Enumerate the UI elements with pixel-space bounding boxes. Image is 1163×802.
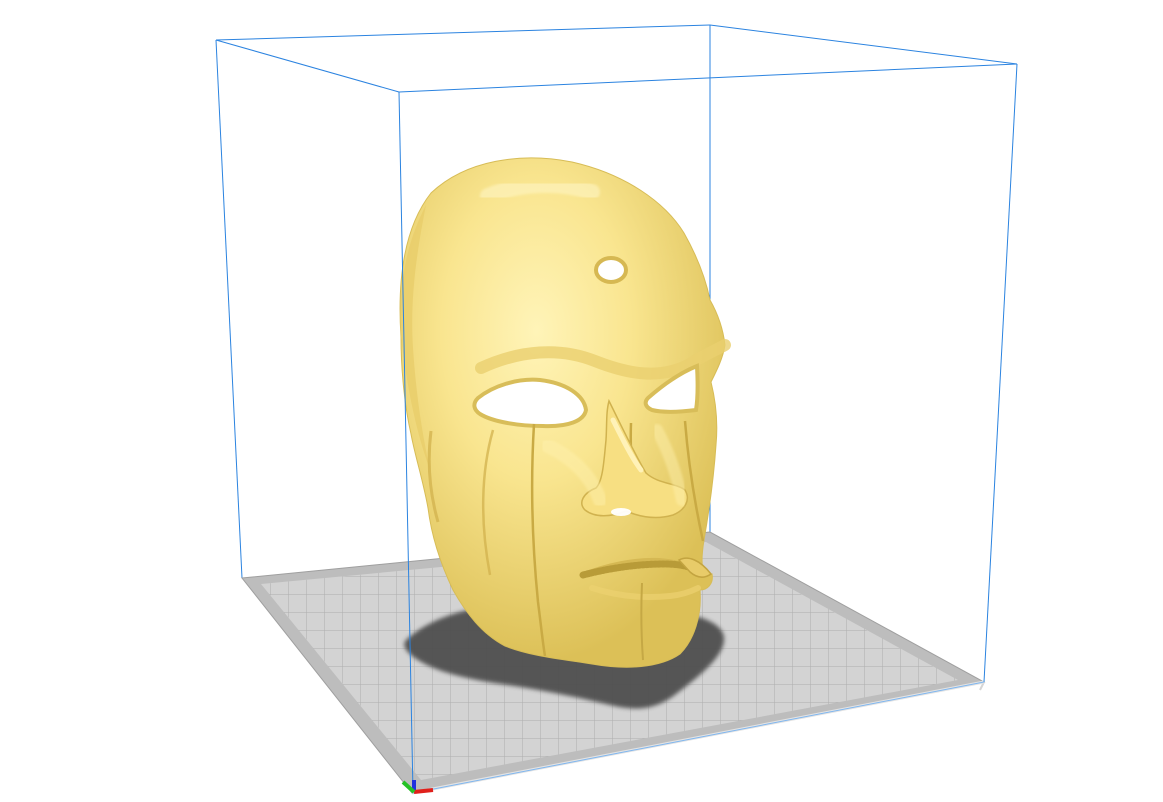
3d-viewport[interactable] — [0, 0, 1163, 802]
nostril-left — [611, 508, 631, 516]
scene-canvas[interactable] — [0, 0, 1163, 802]
forehead-hole — [594, 256, 628, 284]
x-axis — [413, 788, 434, 794]
